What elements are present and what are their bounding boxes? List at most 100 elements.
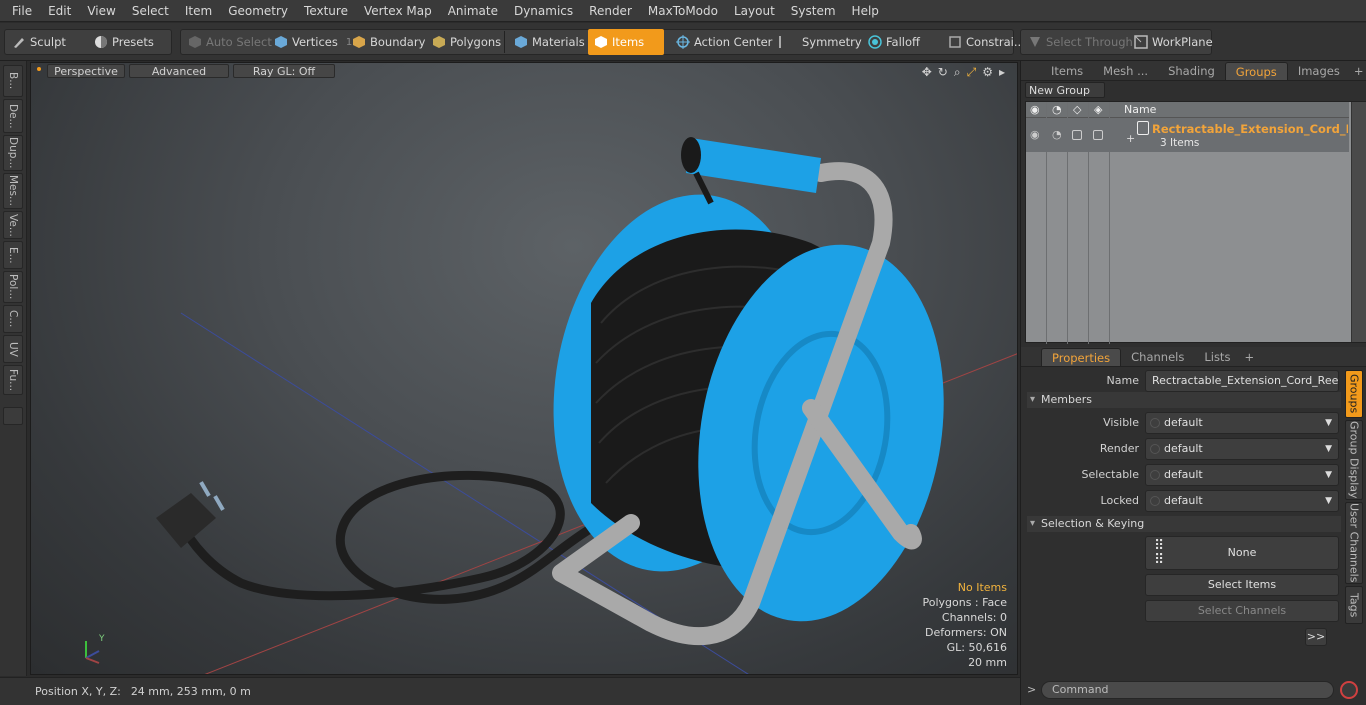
keying-none-button[interactable]: ⠿ ⠿ None [1145, 536, 1339, 570]
symmetry-button[interactable]: Symmetry [768, 29, 868, 55]
move-view-icon[interactable]: ✥ [922, 65, 932, 79]
menu-edit[interactable]: Edit [40, 0, 79, 22]
select-through-button[interactable]: Select Through [1022, 29, 1139, 55]
falloff-label: Falloff [886, 35, 920, 49]
lock-icon[interactable]: ◇ [1073, 103, 1081, 116]
row-eye-icon[interactable]: ◉ [1030, 128, 1040, 141]
menu-file[interactable]: File [4, 0, 40, 22]
left-tab-fusion[interactable]: Fu... [3, 365, 23, 395]
falloff-button[interactable]: Falloff [862, 29, 926, 55]
row-render-icon[interactable]: ◔ [1052, 128, 1062, 141]
menu-texture[interactable]: Texture [296, 0, 356, 22]
menu-geometry[interactable]: Geometry [220, 0, 296, 22]
perspective-tab[interactable]: Perspective [47, 64, 125, 78]
auto-select-button[interactable]: Auto Select [182, 29, 278, 55]
gear-icon[interactable]: ⚙ [982, 65, 993, 79]
members-section[interactable]: Members [1027, 392, 1341, 408]
materials-label: Materials [532, 35, 585, 49]
left-tab-extra[interactable] [3, 407, 23, 425]
groups-scrollbar[interactable] [1351, 102, 1366, 342]
select-items-button[interactable]: Select Items [1145, 574, 1339, 596]
tab-groups[interactable]: Groups [1224, 62, 1288, 80]
select-channels-button[interactable]: Select Channels [1145, 600, 1339, 622]
advanced-tab[interactable]: Advanced [129, 64, 229, 78]
left-tab-basic[interactable]: B... [3, 65, 23, 97]
selectable-select[interactable]: default ▼ [1145, 464, 1339, 486]
left-tab-mesh-edit[interactable]: Mes... [3, 173, 23, 209]
3d-viewport[interactable]: Y Perspective Advanced Ray GL: Off ✥ ↻ ⌕… [30, 62, 1018, 675]
presets-button[interactable]: Presets [88, 29, 160, 55]
tab-mesh[interactable]: Mesh ... [1093, 62, 1158, 80]
fit-view-icon[interactable]: ⤢ [967, 65, 977, 80]
visible-select[interactable]: default ▼ [1145, 412, 1339, 434]
command-input[interactable]: Command [1041, 681, 1334, 699]
boundary-label: Boundary [370, 35, 426, 49]
tab-shading[interactable]: Shading [1158, 62, 1225, 80]
materials-button[interactable]: Materials [508, 29, 591, 55]
plug-shape [156, 481, 225, 548]
tab-lists[interactable]: Lists [1194, 348, 1240, 366]
expand-plus-icon[interactable]: + [1126, 132, 1135, 145]
render-icon[interactable]: ◔ [1052, 103, 1062, 116]
vertices-button[interactable]: Vertices 1 [268, 29, 358, 55]
tab-channels[interactable]: Channels [1121, 348, 1194, 366]
tab-items[interactable]: Items [1041, 62, 1093, 80]
menu-dynamics[interactable]: Dynamics [506, 0, 581, 22]
boundary-button[interactable]: Boundary [346, 29, 431, 55]
name-field[interactable]: Rectractable_Extension_Cord_Reel_w [1145, 370, 1339, 392]
zoom-view-icon[interactable]: ⌕ [954, 65, 961, 80]
locked-select[interactable]: default ▼ [1145, 490, 1339, 512]
side-tab-tags[interactable]: Tags [1345, 586, 1363, 624]
polygons-label: Polygons [450, 35, 502, 49]
eye-icon[interactable]: ◉ [1030, 103, 1040, 116]
more-button[interactable]: >> [1305, 628, 1327, 646]
play-icon[interactable]: ▸ [999, 65, 1005, 79]
polygons-button[interactable]: Polygons [426, 29, 507, 55]
side-tab-groups[interactable]: Groups [1345, 370, 1363, 418]
row-lock-checkbox[interactable] [1072, 130, 1082, 140]
tab-images[interactable]: Images [1288, 62, 1350, 80]
group-row[interactable]: ◉ ◔ + Rectractable_Extension_Cord_R... 3… [1026, 118, 1349, 152]
add-prop-tab-icon[interactable]: + [1240, 348, 1258, 366]
menu-vertex-map[interactable]: Vertex Map [356, 0, 440, 22]
new-group-button[interactable]: New Group [1025, 82, 1105, 98]
select-icon[interactable]: ◈ [1094, 103, 1102, 116]
constraints-button[interactable]: Constrai... [942, 29, 1031, 55]
menu-layout[interactable]: Layout [726, 0, 783, 22]
left-tab-deform[interactable]: De... [3, 99, 23, 133]
left-tab-polygon[interactable]: Pol... [3, 271, 23, 303]
row-select-checkbox[interactable] [1093, 130, 1103, 140]
menu-help[interactable]: Help [844, 0, 887, 22]
left-tab-vertex[interactable]: Ve... [3, 211, 23, 239]
workplane-button[interactable]: WorkPlane [1128, 29, 1219, 55]
menu-item[interactable]: Item [177, 0, 220, 22]
menu-maxtomodo[interactable]: MaxToModo [640, 0, 726, 22]
left-tab-uv[interactable]: UV [3, 335, 23, 363]
action-center-button[interactable]: Action Center [670, 29, 778, 55]
side-tab-user-channels[interactable]: User Channels [1345, 502, 1363, 584]
left-tab-edge[interactable]: E... [3, 241, 23, 269]
add-tab-icon[interactable]: + [1350, 62, 1366, 80]
record-icon[interactable] [1340, 681, 1358, 699]
sculpt-button[interactable]: Sculpt [6, 29, 72, 55]
rotate-view-icon[interactable]: ↻ [938, 65, 948, 79]
menu-animate[interactable]: Animate [440, 0, 506, 22]
brush-icon [14, 38, 24, 48]
menu-render[interactable]: Render [581, 0, 640, 22]
selectable-dot-icon [1150, 470, 1160, 480]
menu-view[interactable]: View [79, 0, 123, 22]
render-select[interactable]: default ▼ [1145, 438, 1339, 460]
left-tab-duplicate[interactable]: Dup... [3, 135, 23, 171]
items-button[interactable]: Items [588, 29, 664, 55]
raygl-tab[interactable]: Ray GL: Off [233, 64, 335, 78]
falloff-icon [868, 35, 882, 49]
constraints-label: Constrai... [966, 35, 1025, 49]
menu-system[interactable]: System [783, 0, 844, 22]
position-value: 24 mm, 253 mm, 0 m [130, 685, 251, 698]
tab-properties[interactable]: Properties [1041, 348, 1122, 366]
left-tab-curve[interactable]: C... [3, 305, 23, 333]
menu-select[interactable]: Select [124, 0, 177, 22]
side-tab-group-display[interactable]: Group Display [1345, 420, 1363, 500]
visible-label: Visible [1103, 416, 1139, 429]
selection-keying-section[interactable]: Selection & Keying [1027, 516, 1341, 532]
